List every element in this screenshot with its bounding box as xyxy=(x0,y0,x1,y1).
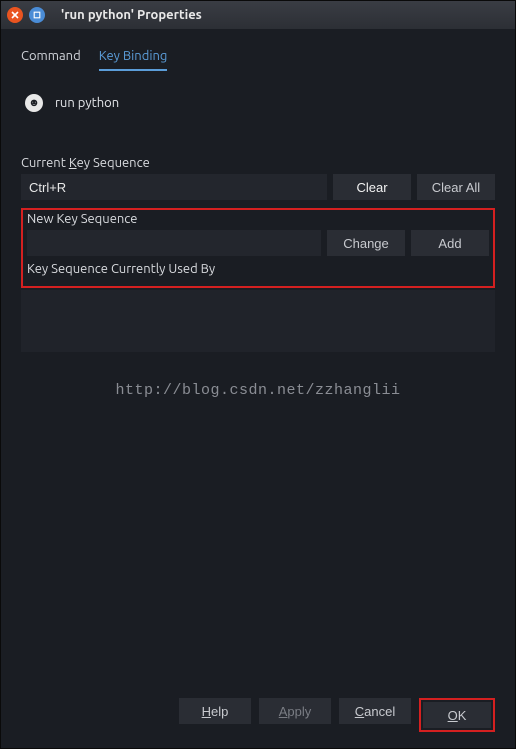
add-button[interactable]: Add xyxy=(411,230,489,256)
new-seq-label: New Key Sequence xyxy=(27,212,489,226)
maximize-icon[interactable] xyxy=(29,7,45,23)
close-icon[interactable] xyxy=(7,7,23,23)
current-sequence-input[interactable] xyxy=(21,174,327,200)
label-text: ey Sequence xyxy=(77,156,150,170)
new-sequence-input[interactable] xyxy=(27,230,321,256)
label-text: Current xyxy=(21,156,69,170)
dialog-footer: Help Apply Cancel OK xyxy=(21,698,495,738)
face-icon: ☻ xyxy=(25,94,43,112)
properties-dialog: 'run python' Properties Command Key Bind… xyxy=(0,0,516,749)
ok-button[interactable]: OK xyxy=(423,702,491,728)
tab-command[interactable]: Command xyxy=(21,49,81,71)
used-by-list xyxy=(21,290,495,352)
used-by-label: Key Sequence Currently Used By xyxy=(27,262,489,276)
tab-bar: Command Key Binding xyxy=(21,49,495,72)
watermark-text: http://blog.csdn.net/zzhanglii xyxy=(21,382,495,399)
window-title: 'run python' Properties xyxy=(61,8,202,22)
current-seq-row: Clear Clear All xyxy=(21,174,495,200)
label-accel: K xyxy=(69,156,77,170)
apply-button[interactable]: Apply xyxy=(259,698,331,724)
change-button[interactable]: Change xyxy=(327,230,405,256)
tool-name-row: ☻ run python xyxy=(21,94,495,112)
current-seq-label: Current Key Sequence xyxy=(21,156,495,170)
titlebar: 'run python' Properties xyxy=(1,1,515,29)
dialog-content: Command Key Binding ☻ run python Current… xyxy=(1,29,515,748)
clear-button[interactable]: Clear xyxy=(333,174,411,200)
cancel-button[interactable]: Cancel xyxy=(339,698,411,724)
highlight-box-ok: OK xyxy=(419,698,495,732)
tab-keybinding[interactable]: Key Binding xyxy=(99,49,168,71)
clear-all-button[interactable]: Clear All xyxy=(417,174,495,200)
tool-name: run python xyxy=(55,96,119,110)
highlight-box-new-sequence: New Key Sequence Change Add Key Sequence… xyxy=(21,208,495,288)
help-button[interactable]: Help xyxy=(179,698,251,724)
new-seq-row: Change Add xyxy=(27,230,489,256)
